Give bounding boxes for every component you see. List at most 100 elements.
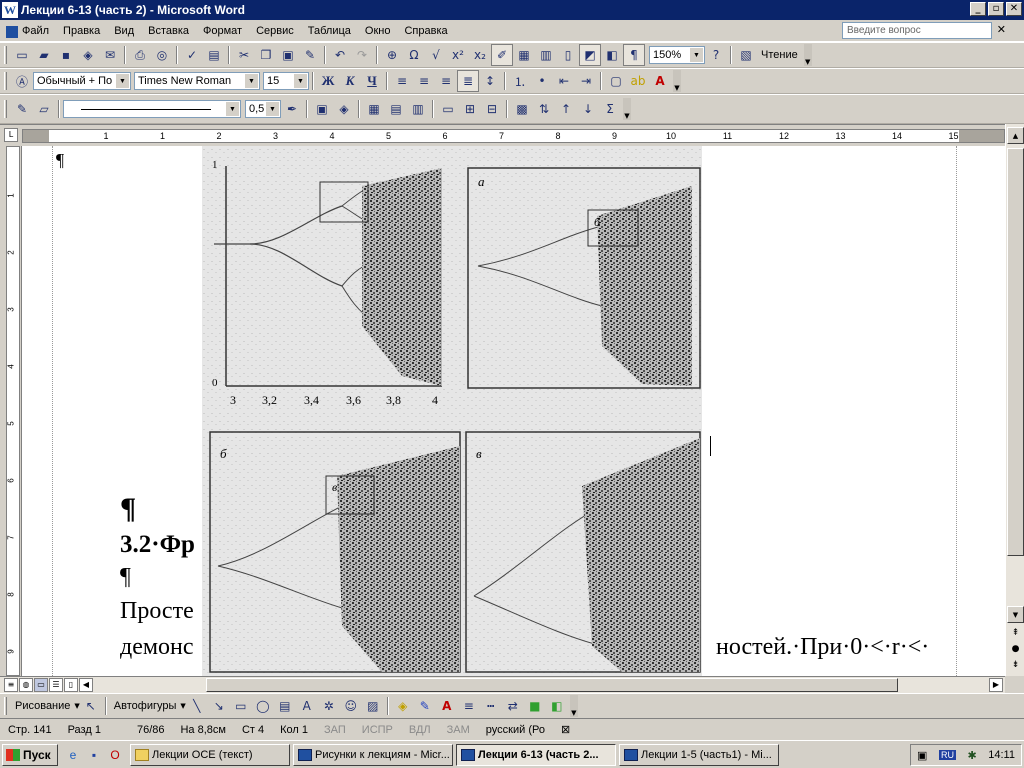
minimize-button[interactable]: _: [970, 2, 986, 16]
shadow-style-icon[interactable]: ■: [524, 695, 546, 717]
select-browse-object-icon[interactable]: ●: [1007, 642, 1024, 656]
subscript-icon[interactable]: x₂: [469, 44, 491, 66]
autosum-icon[interactable]: Σ: [599, 98, 621, 120]
maximize-button[interactable]: ▫: [988, 2, 1004, 16]
close-button[interactable]: ✕: [1006, 2, 1022, 16]
vertical-scrollbar[interactable]: ▲ ▼ ⇞ ● ⇟: [1005, 124, 1024, 676]
print-preview-icon[interactable]: ◎: [151, 44, 173, 66]
redo-icon[interactable]: ↷: [351, 44, 373, 66]
format-painter-icon[interactable]: ✎: [299, 44, 321, 66]
outline-view-icon[interactable]: ☰: [49, 678, 63, 692]
menu-window[interactable]: Окно: [358, 25, 398, 37]
decrease-indent-icon[interactable]: ⇤: [553, 70, 575, 92]
reading-mode-icon[interactable]: ▧: [735, 44, 757, 66]
italic-button[interactable]: К: [339, 70, 361, 92]
document-map-icon[interactable]: ◧: [601, 44, 623, 66]
drawing-icon[interactable]: ◩: [579, 44, 601, 66]
status-mode-overtype[interactable]: ЗАМ: [439, 724, 478, 736]
align-right-icon[interactable]: ≡: [435, 70, 457, 92]
scroll-right-arrow-icon[interactable]: ▶: [989, 678, 1003, 692]
save-disk-icon[interactable]: ▪: [85, 746, 103, 764]
numbered-list-icon[interactable]: ⒈: [509, 70, 531, 92]
borders-icon[interactable]: ▢: [605, 70, 627, 92]
drawing-menu-button[interactable]: Рисование: [11, 700, 74, 712]
draw-table-icon[interactable]: ✎: [11, 98, 33, 120]
font-color-icon[interactable]: A: [649, 70, 671, 92]
toolbar-grip[interactable]: [4, 46, 7, 64]
line-style-select[interactable]: ▼: [63, 100, 241, 118]
internet-explorer-icon[interactable]: e: [64, 746, 82, 764]
outside-border-icon[interactable]: ▣: [311, 98, 333, 120]
align-justify-icon[interactable]: ≣: [457, 70, 479, 92]
rectangle-tool-icon[interactable]: ▭: [230, 695, 252, 717]
toolbar-options-chevron-icon[interactable]: ▼: [803, 44, 812, 66]
menu-edit[interactable]: Правка: [56, 25, 107, 37]
scroll-up-arrow-icon[interactable]: ▲: [1007, 127, 1024, 144]
insert-table-icon[interactable]: ▦: [513, 44, 535, 66]
fill-color-icon[interactable]: ◈: [392, 695, 414, 717]
network-icon[interactable]: ▣: [917, 749, 927, 762]
align-left-icon[interactable]: ≡: [391, 70, 413, 92]
reading-view-icon[interactable]: ▯: [64, 678, 78, 692]
horizontal-scrollbar[interactable]: ≡ ◍ ▭ ☰ ▯ ◀ ▶: [0, 676, 1005, 693]
status-language[interactable]: русский (Ро: [478, 724, 553, 736]
chevron-down-icon[interactable]: ▼: [245, 74, 258, 88]
bold-button[interactable]: Ж: [317, 70, 339, 92]
scroll-down-arrow-icon[interactable]: ▼: [1007, 606, 1024, 623]
status-mode-extend[interactable]: ВДЛ: [401, 724, 439, 736]
horizontal-scroll-thumb[interactable]: [206, 678, 898, 692]
clipart-icon[interactable]: ☺: [340, 695, 362, 717]
normal-view-icon[interactable]: ≡: [4, 678, 18, 692]
toolbar-options-chevron-icon[interactable]: ▼: [623, 98, 631, 120]
status-mode-record[interactable]: ЗАП: [316, 724, 354, 736]
save-icon[interactable]: ▪: [55, 44, 77, 66]
status-mode-track[interactable]: ИСПР: [354, 724, 401, 736]
word-app-icon[interactable]: W: [2, 2, 18, 18]
3d-style-icon[interactable]: ◧: [546, 695, 568, 717]
menu-table[interactable]: Таблица: [301, 25, 358, 37]
table-autoformat-icon[interactable]: ▩: [511, 98, 533, 120]
line-color-icon[interactable]: ✎: [414, 695, 436, 717]
insert-table-grid-icon[interactable]: ▦: [363, 98, 385, 120]
increase-indent-icon[interactable]: ⇥: [575, 70, 597, 92]
menu-view[interactable]: Вид: [107, 25, 141, 37]
shading-color-icon[interactable]: ◈: [333, 98, 355, 120]
spelling-status-icon[interactable]: ⊠: [553, 723, 578, 736]
copy-icon[interactable]: ❐: [255, 44, 277, 66]
drawing-toolbar-icon[interactable]: ✐: [491, 44, 513, 66]
bifurcation-figure-image[interactable]: 1 0 3 3,2 3,4 3,6 3,8 4 а б б в в: [202, 146, 702, 676]
chevron-down-icon[interactable]: ▼: [116, 74, 129, 88]
toolbar-options-chevron-icon[interactable]: ▼: [673, 70, 681, 92]
taskbar-item-lectures-1-5[interactable]: Лекции 1-5 (часть1) - Mi...: [619, 743, 779, 766]
cut-icon[interactable]: ✂: [233, 44, 255, 66]
superscript-icon[interactable]: x²: [447, 44, 469, 66]
font-select[interactable]: Times New Roman ▼: [134, 72, 260, 90]
show-hide-pilcrow-icon[interactable]: ¶: [623, 44, 645, 66]
distribute-columns-icon[interactable]: ⊟: [481, 98, 503, 120]
document-area[interactable]: ¶ ¶ 3.2·Фр ¶ Просте демонс ностей.·При·0…: [22, 146, 1005, 676]
insert-picture-icon[interactable]: ▨: [362, 695, 384, 717]
previous-page-icon[interactable]: ⇞: [1007, 626, 1024, 640]
undo-icon[interactable]: ↶: [329, 44, 351, 66]
opera-icon[interactable]: O: [106, 746, 124, 764]
help-icon[interactable]: ?: [705, 44, 727, 66]
select-objects-arrow-icon[interactable]: ↖: [80, 695, 102, 717]
align-center-icon[interactable]: ≡: [413, 70, 435, 92]
oval-tool-icon[interactable]: ◯: [252, 695, 274, 717]
wordart-icon[interactable]: A: [296, 695, 318, 717]
chevron-down-icon[interactable]: ▼: [266, 102, 279, 116]
merge-cells-icon[interactable]: ▤: [385, 98, 407, 120]
taskbar-item-current-doc[interactable]: Лекции 6-13 (часть 2...: [456, 743, 616, 766]
paste-icon[interactable]: ▣: [277, 44, 299, 66]
zoom-select[interactable]: 150% ▼: [649, 46, 705, 64]
autoshapes-menu-button[interactable]: Автофигуры: [110, 700, 181, 712]
menu-help[interactable]: Справка: [397, 25, 454, 37]
vertical-ruler-strip[interactable]: 1 2 3 4 5 6 7 8 9: [6, 146, 20, 676]
document-close-icon[interactable]: ✕: [997, 23, 1006, 36]
font-color-icon[interactable]: A: [436, 695, 458, 717]
text-direction-icon[interactable]: ⇅: [533, 98, 555, 120]
bulleted-list-icon[interactable]: •: [531, 70, 553, 92]
menu-format[interactable]: Формат: [196, 25, 249, 37]
open-folder-icon[interactable]: ▰: [33, 44, 55, 66]
line-tool-icon[interactable]: ╲: [186, 695, 208, 717]
